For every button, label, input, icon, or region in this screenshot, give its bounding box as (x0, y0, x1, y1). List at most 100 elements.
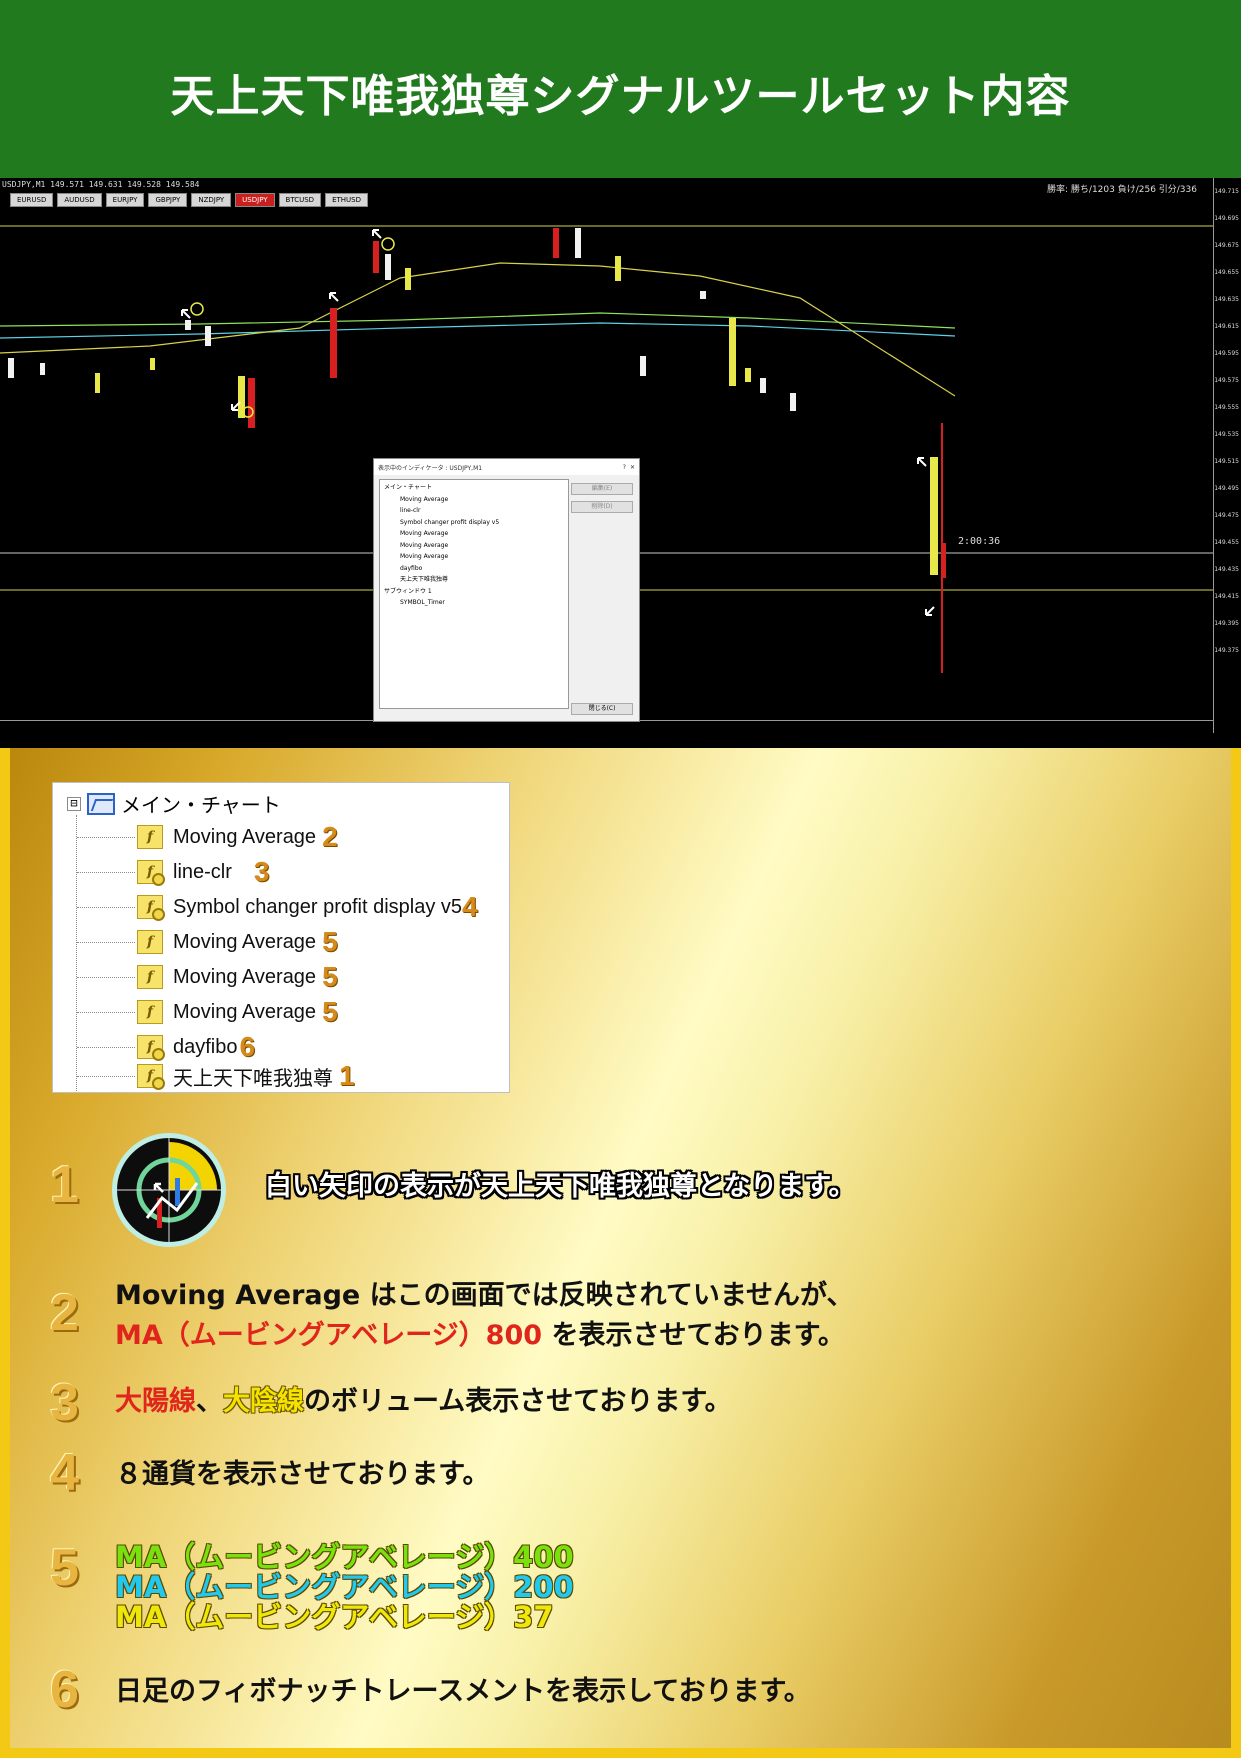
help-icon[interactable]: ? (623, 464, 626, 471)
price-label: 149.715 (1214, 188, 1239, 195)
price-label: 149.615 (1214, 323, 1239, 330)
dialog-titlebar: 表示中のインディケータ : USDJPY,M1 ? ✕ (374, 459, 639, 475)
function-icon: f (137, 965, 163, 989)
edit-button[interactable]: 編集(E) (571, 483, 633, 495)
indicator-list-panel: ⊟ メイン・チャート f Moving Average 2 f line-clr… (52, 782, 510, 1093)
price-label: 149.635 (1214, 296, 1239, 303)
price-label: 149.495 (1214, 485, 1239, 492)
tree-item-label: Moving Average (173, 930, 317, 953)
dialog-tree-item[interactable]: Moving Average (384, 551, 564, 563)
dialog-tree-item[interactable]: 天上天下唯我独尊 (384, 574, 564, 586)
tree-item[interactable]: f Moving Average 5 (77, 996, 338, 1027)
signal-logo (112, 1133, 226, 1247)
tree-item-label: line-clr (173, 860, 232, 883)
tree-item-label: Moving Average (173, 965, 317, 988)
dialog-indicator-tree: メイン・チャート Moving Average line-clr Symbol … (379, 479, 569, 709)
tree-item-label: Symbol changer profit display v5 (173, 895, 463, 918)
tree-root-label: メイン・チャート (121, 793, 281, 817)
symbol-tab[interactable]: EURJPY (105, 193, 145, 207)
note-2-line-2: MA（ムービングアベレージ）800 を表示させております。 (115, 1316, 853, 1356)
delete-button[interactable]: 削除(D) (571, 501, 633, 513)
item-number: 5 (322, 961, 338, 992)
price-label: 149.515 (1214, 458, 1239, 465)
big-bear-label: 大陰線 (223, 1386, 304, 1417)
note-number: 6 (50, 1661, 79, 1719)
big-bull-label: 大陽線 (115, 1386, 196, 1417)
price-label: 149.535 (1214, 431, 1239, 438)
ma800-label: MA（ムービングアベレージ）800 (115, 1320, 543, 1351)
tree-item[interactable]: f Moving Average 2 (77, 821, 338, 852)
tree-item[interactable]: f 天上天下唯我独尊 1 (77, 1060, 355, 1091)
header-banner: 天上天下唯我独尊シグナルツールセット内容 (0, 0, 1241, 178)
price-label: 149.655 (1214, 269, 1239, 276)
symbol-tab[interactable]: NZDJPY (191, 193, 232, 207)
close-icon[interactable]: ✕ (630, 464, 635, 471)
tree-item[interactable]: f Symbol changer profit display v5 4 (77, 891, 478, 922)
price-label: 149.675 (1214, 242, 1239, 249)
dialog-tree-subwindow[interactable]: サブウィンドウ 1 (384, 586, 564, 598)
time-axis (0, 720, 1213, 748)
note-3-rest: のボリューム表示させております。 (304, 1386, 732, 1417)
note-3-separator: 、 (196, 1386, 223, 1417)
item-number: 3 (253, 856, 270, 887)
ma400-label: MA（ムービングアベレージ）400 (115, 1540, 574, 1574)
dialog-tree-item[interactable]: Moving Average (384, 528, 564, 540)
note-number: 4 (50, 1444, 79, 1502)
symbol-tab[interactable]: ETHUSD (325, 193, 368, 207)
tree-item[interactable]: f dayfibo 6 (77, 1031, 255, 1062)
custom-indicator-icon: f (137, 1035, 165, 1061)
symbol-tab[interactable]: GBPJPY (148, 193, 188, 207)
symbol-tab[interactable]: BTCUSD (278, 193, 322, 207)
price-label: 149.375 (1214, 647, 1239, 654)
note-5-text: MA（ムービングアベレージ）400 MA（ムービングアベレージ）200 MA（ム… (115, 1542, 574, 1632)
item-number: 2 (322, 821, 338, 852)
note-number: 2 (50, 1284, 79, 1342)
price-label: 149.475 (1214, 512, 1239, 519)
dialog-tree-item[interactable]: Moving Average (384, 540, 564, 552)
tree-item[interactable]: f Moving Average 5 (77, 926, 338, 957)
tree-root[interactable]: ⊟ メイン・チャート (67, 789, 281, 818)
collapse-icon[interactable]: ⊟ (67, 796, 81, 811)
chart-window-icon (87, 792, 115, 815)
price-label: 149.435 (1214, 566, 1239, 573)
note-number: 1 (50, 1156, 79, 1214)
price-label: 149.695 (1214, 215, 1239, 222)
note-1-text: 白い矢印の表示が天上天下唯我独尊となります。 (265, 1171, 856, 1202)
close-button[interactable]: 閉じる(C) (571, 703, 633, 715)
dialog-tree-item[interactable]: dayfibo (384, 563, 564, 575)
dialog-tree-root[interactable]: メイン・チャート (384, 482, 564, 494)
dialog-tree-item[interactable]: line-clr (384, 505, 564, 517)
symbol-tab[interactable]: EURUSD (10, 193, 54, 207)
note-number: 3 (50, 1374, 79, 1432)
symbol-info: USDJPY,M1 149.571 149.631 149.528 149.58… (2, 180, 200, 189)
note-2-text: Moving Average はこの画面では反映されていませんが、 MA（ムービ… (115, 1276, 853, 1356)
function-icon: f (137, 1000, 163, 1024)
item-number: 4 (462, 891, 478, 922)
note-3-text: 大陽線、大陰線のボリューム表示させております。 (115, 1382, 732, 1422)
candle-timer: 2:00:36 (958, 536, 1001, 547)
item-number: 1 (339, 1060, 355, 1091)
symbol-tab[interactable]: AUDUSD (57, 193, 102, 207)
custom-indicator-icon: f (137, 895, 165, 921)
note-4-text: ８通貨を表示させております。 (115, 1459, 490, 1490)
function-icon: f (137, 825, 163, 849)
tree-item-label: Moving Average (173, 1000, 317, 1023)
price-axis: 149.715 149.695 149.675 149.655 149.635 149.6… (1213, 178, 1241, 733)
dialog-tree-item[interactable]: SYMBOL_Timer (384, 597, 564, 609)
symbol-tab-active[interactable]: USDJPY (235, 193, 275, 207)
dialog-tree-item[interactable]: Moving Average (384, 494, 564, 506)
tree-item-label: dayfibo (173, 1035, 238, 1058)
custom-indicator-icon: f (137, 1064, 165, 1090)
ma37-label: MA（ムービングアベレージ）37 (115, 1600, 554, 1634)
tree-item[interactable]: f Moving Average 5 (77, 961, 338, 992)
note-2-line-2-rest: を表示させております。 (542, 1320, 845, 1351)
note-number: 5 (50, 1539, 79, 1597)
price-label: 149.575 (1214, 377, 1239, 384)
function-icon: f (137, 930, 163, 954)
tree-item-label: 天上天下唯我独尊 (173, 1067, 333, 1090)
note-6-text: 日足のフィボナッチトレースメントを表示しております。 (115, 1676, 811, 1707)
tree-item[interactable]: f line-clr 3 (77, 856, 270, 887)
custom-indicator-icon: f (137, 860, 165, 886)
dialog-tree-item[interactable]: Symbol changer profit display v5 (384, 517, 564, 529)
symbol-tabs: EURUSD AUDUSD EURJPY GBPJPY NZDJPY USDJP… (10, 193, 368, 207)
